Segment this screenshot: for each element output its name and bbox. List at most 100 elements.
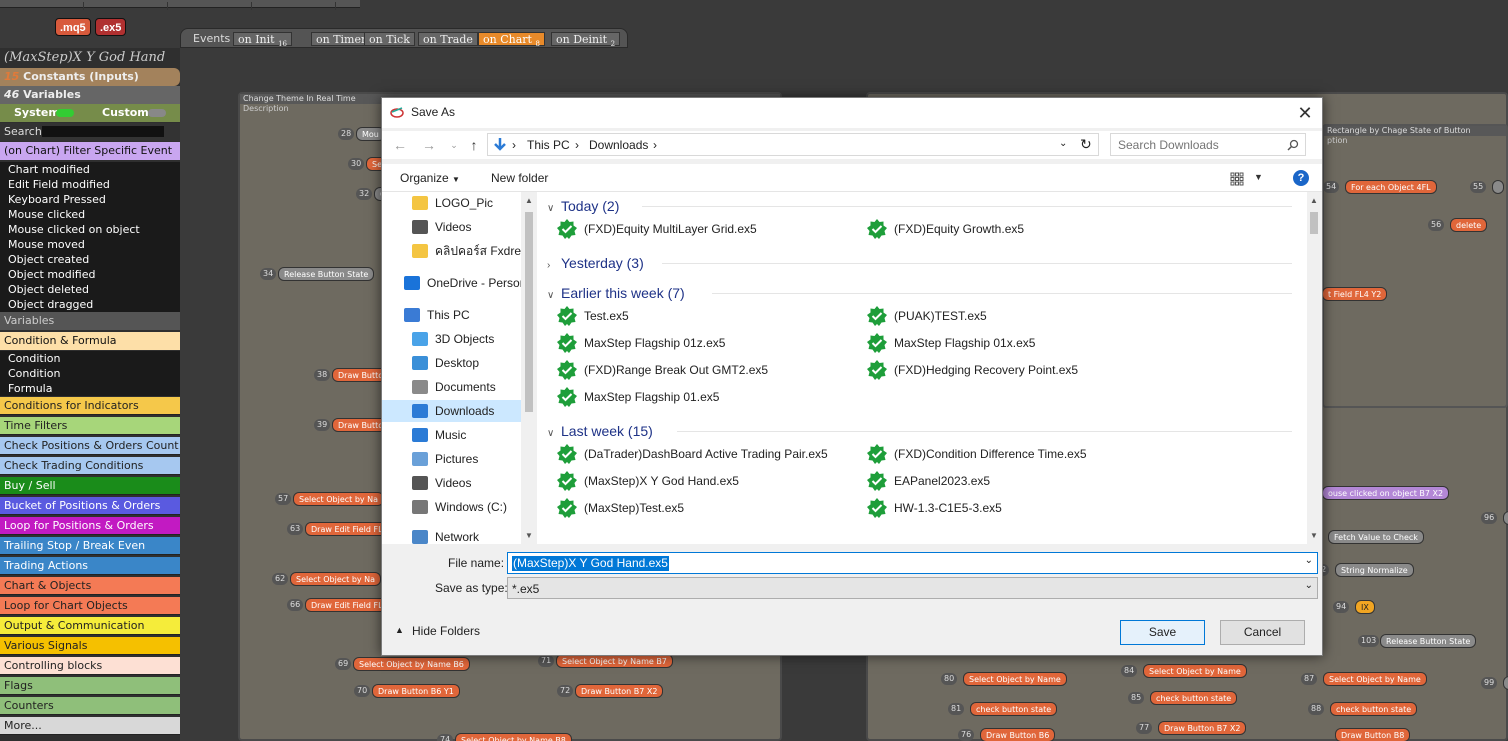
graph-node[interactable]: Select Object by Name (1323, 672, 1427, 686)
breadcrumb-this-pc[interactable]: This PC (527, 138, 570, 152)
variables-header[interactable]: 46 Variables (0, 86, 180, 104)
tab-on-trade[interactable]: on Trade (418, 32, 478, 46)
graph-node[interactable]: Draw Button B7 X2 (575, 684, 664, 698)
graph-node[interactable]: Fetch Value to Check (1328, 530, 1424, 544)
nav-item[interactable]: Downloads (382, 400, 521, 422)
nav-item[interactable]: Videos (382, 216, 521, 238)
graph-node[interactable]: Draw Button B6 (980, 728, 1056, 741)
category-item[interactable]: Chart & Objects (0, 577, 180, 595)
category-item[interactable]: Counters (0, 697, 180, 715)
category-item[interactable]: Trailing Stop / Break Even (0, 537, 180, 555)
view-options-icon[interactable] (1230, 172, 1244, 186)
file-item[interactable]: EAPanel2023.ex5 (867, 468, 1167, 494)
menu-projects[interactable] (14, 2, 84, 10)
file-list-scrollbar[interactable]: ▲ ▼ (1307, 192, 1322, 544)
graph-node[interactable]: Select Object by Name (963, 672, 1067, 686)
category-item[interactable]: Check Positions & Orders Count (0, 437, 180, 455)
recent-chevron-icon[interactable]: ⌄ (444, 135, 464, 155)
address-bar[interactable]: › This PC › Downloads › ⌄ ↻ (487, 133, 1099, 156)
graph-node[interactable]: Select Object by Na (293, 492, 385, 506)
menu-options[interactable] (266, 2, 336, 10)
category-item[interactable]: Loop for Positions & Orders (0, 517, 180, 535)
graph-node[interactable]: Release Button State (1380, 634, 1477, 648)
nav-item[interactable]: Videos (382, 472, 521, 494)
nav-item[interactable]: Desktop (382, 352, 521, 374)
graph-node[interactable]: M (1503, 511, 1508, 525)
graph-node[interactable]: Select Object by Name B6 (353, 657, 470, 671)
file-group-header[interactable]: ∨ Today (2) (547, 195, 1302, 217)
graph-node[interactable]: ouse clicked on object B7 X2 (1322, 486, 1450, 500)
cf-item[interactable]: Condition (0, 366, 180, 381)
organize-button[interactable]: Organize ▼ (400, 171, 460, 185)
back-arrow-icon[interactable]: ← (390, 135, 410, 155)
category-item[interactable]: Check Trading Conditions (0, 457, 180, 475)
category-item[interactable]: Trading Actions (0, 557, 180, 575)
event-item[interactable]: Chart modified (0, 162, 180, 177)
menu-my-indicators[interactable] (98, 2, 168, 10)
graph-node[interactable]: IX (1355, 600, 1375, 614)
menu-profile[interactable] (182, 2, 252, 10)
save-type-select[interactable]: *.ex5 ⌄ (507, 577, 1318, 599)
constants-header[interactable]: 15 Constants (Inputs) (0, 68, 180, 86)
category-item[interactable]: Loop for Chart Objects (0, 597, 180, 615)
graph-node[interactable]: For each Object 4FL (1345, 180, 1437, 194)
file-group-header[interactable]: ∨ Last week (15) (547, 420, 1302, 442)
file-item[interactable]: MaxStep Flagship 01z.ex5 (557, 330, 857, 356)
file-item[interactable]: (MaxStep)X Y God Hand.ex5 (557, 468, 857, 494)
mq5-button[interactable]: .mq5 (55, 18, 91, 36)
file-item[interactable]: (PUAK)TEST.ex5 (867, 303, 1167, 329)
file-item[interactable]: (FXD)Hedging Recovery Point.ex5 (867, 357, 1167, 383)
file-item[interactable]: HW-1.3-C1E5-3.ex5 (867, 495, 1167, 521)
file-item[interactable]: (FXD)Condition Difference Time.ex5 (867, 441, 1167, 467)
graph-node[interactable]: t Field FL4 Y2 (1322, 287, 1388, 301)
navigation-scrollbar[interactable]: ▲ ▼ (521, 192, 537, 544)
category-item[interactable]: Buy / Sell (0, 477, 180, 495)
graph-node[interactable]: check button state (1330, 702, 1418, 716)
chevron-down-icon[interactable]: ⌄ (1305, 555, 1313, 566)
category-item[interactable]: Various Signals (0, 637, 180, 655)
save-button[interactable]: Save (1120, 620, 1205, 645)
tab-on-deinit[interactable]: on Deinit 2 (551, 32, 621, 48)
help-icon[interactable]: ? (1293, 170, 1309, 186)
file-item[interactable]: Test.ex5 (557, 303, 857, 329)
condition-formula-section[interactable]: Condition & Formula (0, 332, 180, 350)
file-item[interactable]: (FXD)Equity MultiLayer Grid.ex5 (557, 216, 857, 242)
scroll-thumb[interactable] (525, 212, 533, 412)
file-group-header[interactable]: › Yesterday (3) (547, 252, 1302, 274)
nav-item[interactable]: OneDrive - Personal (382, 272, 536, 294)
graph-node[interactable]: delete (1450, 218, 1488, 232)
category-item[interactable]: More... (0, 717, 180, 735)
scroll-thumb[interactable] (1310, 212, 1318, 234)
tab-on-chart[interactable]: on Chart 8 (478, 32, 545, 48)
event-item[interactable]: Object modified (0, 267, 180, 282)
hide-folders-button[interactable]: Hide Folders (412, 624, 480, 638)
event-item[interactable]: Keyboard Pressed (0, 192, 180, 207)
file-item[interactable]: (FXD)Range Break Out GMT2.ex5 (557, 357, 857, 383)
event-item[interactable]: Mouse clicked (0, 207, 180, 222)
file-item[interactable]: MaxStep Flagship 01x.ex5 (867, 330, 1167, 356)
category-item[interactable]: Time Filters (0, 417, 180, 435)
graph-node[interactable]: Select Object by Name B8 (455, 733, 572, 741)
system-toggle[interactable] (56, 109, 74, 117)
event-item[interactable]: Object deleted (0, 282, 180, 297)
close-icon[interactable]: ✕ (1288, 98, 1322, 128)
nav-item[interactable]: 3D Objects (382, 328, 521, 350)
file-item[interactable]: (DaTrader)DashBoard Active Trading Pair.… (557, 441, 857, 467)
graph-node[interactable] (1503, 676, 1508, 690)
tab-on-init[interactable]: on Init 16 (233, 32, 292, 48)
graph-node[interactable]: String Normalize (1335, 563, 1414, 577)
nav-item[interactable]: Documents (382, 376, 521, 398)
nav-item[interactable]: คลิปคอร์ส Fxdreema (382, 240, 537, 262)
nav-item[interactable]: Network (382, 526, 521, 544)
graph-node[interactable]: check button state (970, 702, 1058, 716)
ex5-button[interactable]: .ex5 (95, 18, 127, 36)
event-item[interactable]: Object dragged (0, 297, 180, 312)
file-name-input[interactable]: (MaxStep)X Y God Hand.ex5 ⌄ (507, 552, 1318, 574)
chevron-up-icon[interactable]: ▲ (395, 625, 404, 635)
cancel-button[interactable]: Cancel (1220, 620, 1305, 645)
search-input[interactable] (42, 126, 164, 137)
file-item[interactable]: (FXD)Equity Growth.ex5 (867, 216, 1167, 242)
category-item[interactable]: Controlling blocks (0, 657, 180, 675)
graph-node[interactable]: Select Object by Na (290, 572, 382, 586)
cf-item[interactable]: Condition (0, 351, 180, 366)
